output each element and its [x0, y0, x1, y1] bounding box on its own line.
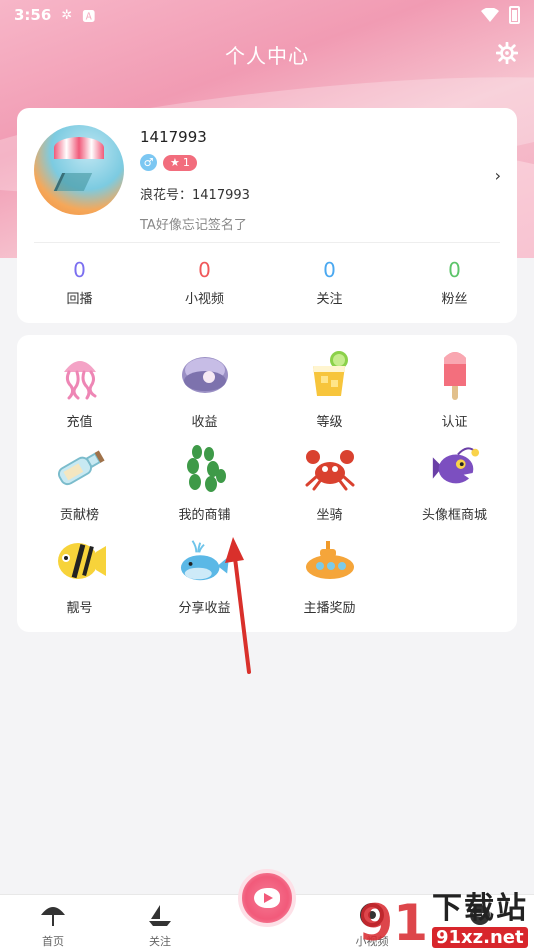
stat-label: 小视频: [184, 292, 224, 307]
watermark: 91 下载站 91xz.net: [358, 883, 528, 948]
menu-item-my-shop[interactable]: 我的商铺: [142, 442, 267, 535]
tab-label: 首页: [42, 935, 64, 948]
menu-item-label: 坐骑: [316, 508, 343, 523]
menu-item-pretty-number[interactable]: 靓号: [17, 535, 142, 628]
umbrella-icon: [41, 907, 65, 926]
menu-item-label: 分享收益: [178, 601, 231, 616]
status-bar: 3:56 ✲ 🅰: [0, 0, 534, 30]
drink-icon: [312, 351, 348, 396]
menu-item-contribution[interactable]: 贡献榜: [17, 442, 142, 535]
watermark-url: 91xz.net: [432, 927, 528, 948]
submarine-icon: [305, 541, 354, 579]
menu-item-label: 头像框商城: [421, 508, 487, 523]
status-time: 3:56: [14, 6, 52, 24]
stat-following[interactable]: 0 关注: [267, 258, 392, 307]
star-icon: ★: [170, 156, 180, 169]
stat-value: 0: [198, 258, 211, 282]
tab-label: 关注: [149, 935, 171, 948]
user-badges: ♂ ★ 1: [140, 154, 197, 171]
chevron-right-icon[interactable]: ›: [495, 166, 501, 185]
whale-icon: [180, 540, 229, 581]
feature-menu-card: 充值 收益 等级 认证 贡献榜 我的商铺 坐骑 头像框商城 靓号 分享收益 主播…: [17, 335, 517, 632]
wifi-icon: [481, 8, 499, 22]
menu-item-mount[interactable]: 坐骑: [267, 442, 392, 535]
beach-chair-icon: [53, 173, 93, 191]
seaweed-icon: [186, 445, 226, 492]
divider: [34, 242, 500, 243]
menu-item-label: 收益: [191, 415, 218, 430]
user-signature: TA好像忘记签名了: [140, 218, 247, 233]
menu-item-share-earnings[interactable]: 分享收益: [142, 535, 267, 628]
stat-replay[interactable]: 0 回播: [17, 258, 142, 307]
level-badge: ★ 1: [163, 154, 197, 171]
bottle-icon: [57, 450, 105, 486]
stat-fans[interactable]: 0 粉丝: [392, 258, 517, 307]
menu-item-verification[interactable]: 认证: [392, 349, 517, 442]
beach-umbrella-icon: [54, 137, 104, 159]
watermark-site-name: 下载站: [432, 891, 528, 926]
feature-grid: 充值 收益 等级 认证 贡献榜 我的商铺 坐骑 头像框商城 靓号 分享收益 主播…: [17, 349, 517, 628]
profile-card[interactable]: 1417993 ♂ ★ 1 浪花号：1417993 TA好像忘记签名了 › 0 …: [17, 108, 517, 323]
popsicle-icon: [443, 352, 466, 400]
menu-item-label: 靓号: [66, 601, 93, 616]
level-value: 1: [182, 156, 190, 169]
user-id: 浪花号：1417993: [140, 188, 250, 203]
username: 1417993: [140, 128, 207, 146]
tab-follow[interactable]: 关注: [130, 903, 190, 949]
menu-item-label: 等级: [316, 415, 343, 430]
gender-male-icon: ♂: [140, 154, 157, 171]
settings-gear-icon[interactable]: [496, 42, 518, 64]
app-notification-icon: ✲: [61, 7, 73, 23]
menu-item-anchor-rewards[interactable]: 主播奖励: [267, 535, 392, 628]
menu-item-avatar-frame-shop[interactable]: 头像框商城: [392, 442, 517, 535]
stat-value: 0: [448, 258, 461, 282]
jellyfish-icon: [63, 361, 96, 400]
stat-label: 关注: [316, 292, 343, 307]
menu-item-level[interactable]: 等级: [267, 349, 392, 442]
shell-icon: [181, 357, 228, 393]
font-notification-icon: 🅰: [82, 9, 96, 25]
crab-icon: [305, 450, 354, 491]
menu-item-earnings[interactable]: 收益: [142, 349, 267, 442]
menu-item-label: 我的商铺: [178, 508, 231, 523]
menu-item-label: 认证: [441, 415, 468, 430]
avatar[interactable]: [34, 125, 124, 215]
page-title: 个人中心: [225, 44, 309, 68]
fish-play-icon: [254, 888, 280, 908]
center-publish-button[interactable]: [238, 869, 296, 927]
tab-home[interactable]: 首页: [23, 903, 83, 949]
menu-item-recharge[interactable]: 充值: [17, 349, 142, 442]
battery-icon: [509, 6, 520, 24]
stat-label: 粉丝: [441, 292, 468, 307]
menu-item-label: 主播奖励: [303, 601, 356, 616]
stat-value: 0: [323, 258, 336, 282]
stats-row: 0 回播 0 小视频 0 关注 0 粉丝: [17, 258, 517, 307]
fish-icon: [57, 543, 106, 579]
menu-item-label: 贡献榜: [59, 508, 99, 523]
stat-value: 0: [73, 258, 86, 282]
anglerfish-icon: [432, 447, 479, 484]
stat-short-video[interactable]: 0 小视频: [142, 258, 267, 307]
watermark-logo: 91: [358, 894, 428, 950]
menu-item-label: 充值: [66, 415, 93, 430]
stat-label: 回播: [66, 292, 93, 307]
sailboat-icon: [149, 905, 171, 926]
